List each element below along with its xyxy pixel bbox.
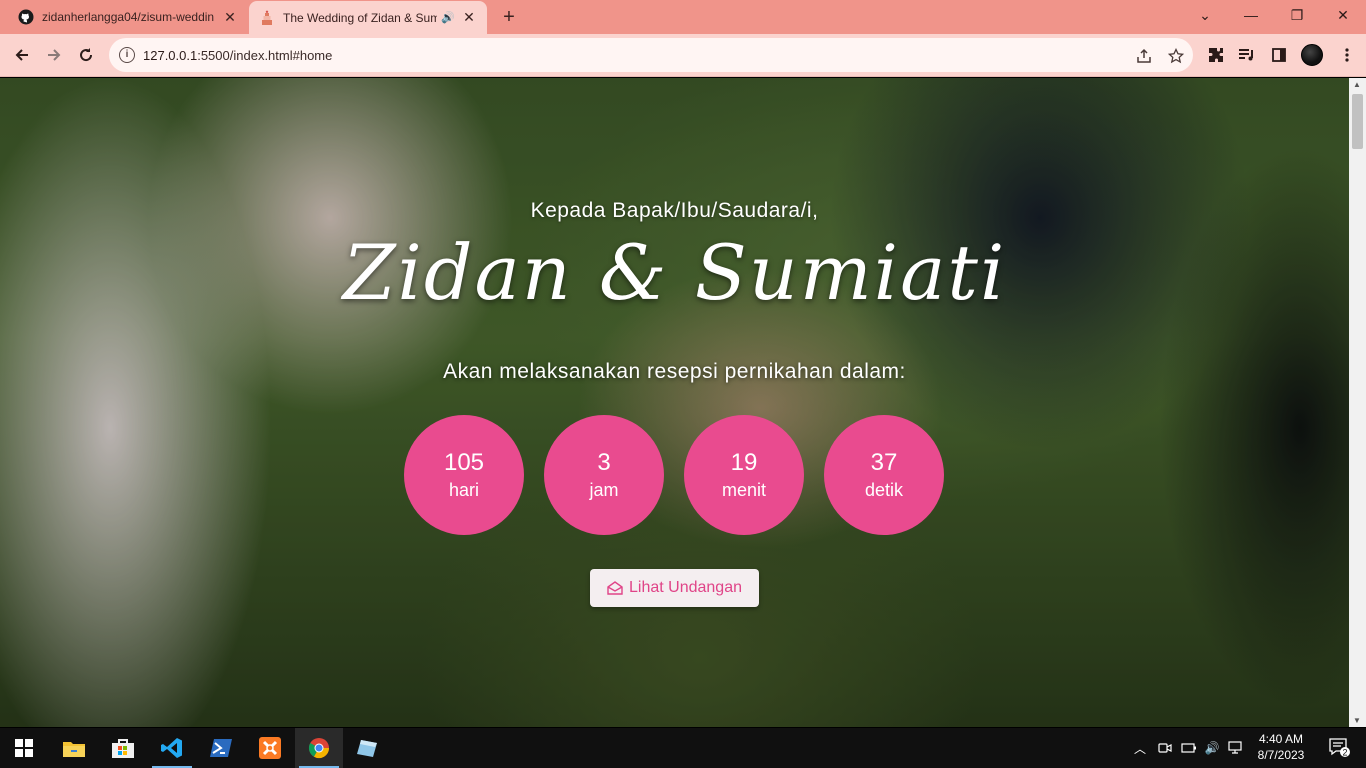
- wedding-cake-icon: [259, 10, 275, 26]
- close-icon[interactable]: ✕: [222, 9, 238, 25]
- xampp-icon[interactable]: [246, 728, 294, 768]
- countdown-value: 37: [870, 449, 898, 476]
- tab-search-icon[interactable]: ⌄: [1182, 0, 1228, 30]
- forward-icon[interactable]: [40, 41, 68, 69]
- browser-toolbar: i 127.0.0.1:5500/index.html#home: [0, 34, 1366, 77]
- tab-strip: zidanherlangga04/zisum-weddin ✕ The Wedd…: [0, 0, 1366, 34]
- scroll-up-arrow-icon[interactable]: ▲: [1353, 80, 1361, 89]
- notification-center-icon[interactable]: 2: [1320, 728, 1360, 768]
- notification-count: 2: [1342, 748, 1347, 758]
- countdown-unit: detik: [864, 480, 904, 500]
- countdown-unit: menit: [721, 480, 766, 500]
- network-icon[interactable]: [1225, 728, 1247, 768]
- new-tab-button[interactable]: +: [498, 6, 520, 28]
- countdown-seconds: 37 detik: [824, 415, 944, 535]
- close-icon[interactable]: ✕: [461, 9, 477, 26]
- media-control-icon[interactable]: [1237, 45, 1257, 65]
- envelope-open-icon: [607, 581, 623, 595]
- clock-date: 8/7/2023: [1257, 748, 1305, 762]
- countdown-hours: 3 jam: [544, 415, 664, 535]
- clock-time: 4:40 AM: [1258, 732, 1304, 746]
- site-info-icon[interactable]: i: [119, 47, 135, 63]
- tab-wedding[interactable]: The Wedding of Zidan & Sum 🔊 ✕: [249, 1, 487, 34]
- start-windows-icon[interactable]: [0, 728, 48, 768]
- view-invitation-button[interactable]: Lihat Undangan: [590, 569, 759, 607]
- tab-github[interactable]: zidanherlangga04/zisum-weddin ✕: [8, 0, 248, 34]
- extensions-icon[interactable]: [1206, 45, 1226, 65]
- share-icon[interactable]: [1135, 47, 1153, 65]
- chrome-icon[interactable]: [295, 728, 343, 768]
- file-explorer-icon[interactable]: [50, 728, 98, 768]
- page-scrollbar[interactable]: ▲ ▼: [1349, 78, 1366, 727]
- meet-now-icon[interactable]: [1155, 728, 1175, 768]
- hero-section: Kepada Bapak/Ibu/Saudara/i, Zidan & Sumi…: [0, 78, 1349, 727]
- countdown-unit: hari: [448, 480, 479, 500]
- speaker-icon[interactable]: 🔊: [441, 11, 455, 24]
- battery-plug-icon[interactable]: [1178, 728, 1200, 768]
- show-hidden-icons-icon[interactable]: ︿: [1130, 728, 1150, 768]
- windows-taskbar: ︿ 🔊 4:40 AM 8/7/2023 2: [0, 728, 1366, 768]
- star-icon[interactable]: [1167, 47, 1185, 65]
- back-icon[interactable]: [8, 41, 36, 69]
- countdown-minutes: 19 menit: [684, 415, 804, 535]
- vscode-icon[interactable]: [148, 728, 196, 768]
- reload-icon[interactable]: [72, 41, 100, 69]
- hero-background-photo: [0, 78, 1349, 727]
- profile-avatar[interactable]: [1301, 44, 1323, 66]
- taskbar-clock[interactable]: 4:40 AM 8/7/2023: [1250, 731, 1312, 763]
- notepad-app-icon[interactable]: [344, 728, 392, 768]
- view-invitation-label: Lihat Undangan: [629, 579, 742, 596]
- countdown-value: 105: [443, 449, 485, 476]
- scroll-down-arrow-icon[interactable]: ▼: [1353, 716, 1361, 725]
- address-bar[interactable]: i 127.0.0.1:5500/index.html#home: [109, 38, 1193, 72]
- microsoft-store-icon[interactable]: [99, 728, 147, 768]
- powershell-icon[interactable]: [197, 728, 245, 768]
- countdown-days: 105 hari: [404, 415, 524, 535]
- countdown-value: 3: [597, 449, 611, 476]
- menu-kebab-icon[interactable]: [1337, 45, 1357, 65]
- github-icon: [18, 9, 34, 25]
- restore-icon[interactable]: ❐: [1274, 0, 1320, 30]
- couple-names: Zidan & Sumiati: [342, 228, 1007, 317]
- greeting-text: Kepada Bapak/Ibu/Saudara/i,: [530, 199, 819, 222]
- side-panel-icon[interactable]: [1269, 45, 1289, 65]
- reception-subtitle: Akan melaksanakan resepsi pernikahan dal…: [443, 360, 906, 383]
- countdown-unit: jam: [589, 480, 619, 500]
- url-text: 127.0.0.1:5500/index.html#home: [143, 47, 333, 63]
- countdown: 105 hari 3 jam 19 menit 37 detik: [404, 415, 944, 535]
- volume-icon[interactable]: 🔊: [1201, 728, 1223, 768]
- scroll-thumb[interactable]: [1352, 94, 1363, 149]
- tab-title: The Wedding of Zidan & Sum: [283, 10, 437, 25]
- tab-title: zidanherlangga04/zisum-weddin: [42, 10, 215, 24]
- close-window-icon[interactable]: ✕: [1320, 0, 1366, 30]
- minimize-icon[interactable]: —: [1228, 0, 1274, 30]
- countdown-value: 19: [730, 449, 758, 476]
